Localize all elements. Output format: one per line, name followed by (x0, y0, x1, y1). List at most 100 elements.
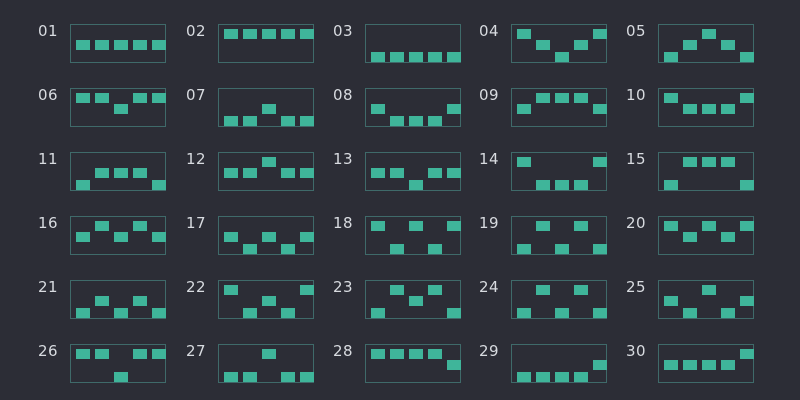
payline-symbol (702, 285, 716, 295)
payline-symbol (593, 244, 607, 254)
payline-pattern (218, 344, 314, 383)
payline-symbol (574, 285, 588, 295)
payline-09: 09 (479, 88, 625, 134)
payline-pattern (70, 24, 166, 63)
payline-symbol (152, 349, 166, 359)
payline-number: 21 (38, 278, 59, 296)
payline-symbol (593, 29, 607, 39)
payline-symbol (409, 180, 423, 190)
payline-pattern (70, 152, 166, 191)
payline-symbol (262, 29, 276, 39)
payline-symbol (555, 93, 569, 103)
payline-symbol (721, 308, 735, 318)
payline-symbol (428, 116, 442, 126)
payline-21: 21 (38, 280, 184, 326)
payline-symbol (428, 52, 442, 62)
payline-symbol (702, 157, 716, 167)
payline-10: 10 (626, 88, 772, 134)
payline-pattern (70, 88, 166, 127)
payline-number: 06 (38, 86, 59, 104)
payline-27: 27 (186, 344, 332, 390)
payline-symbol (152, 308, 166, 318)
payline-pattern (70, 216, 166, 255)
payline-pattern (511, 24, 607, 63)
payline-symbol (243, 116, 257, 126)
payline-symbol (390, 168, 404, 178)
payline-15: 15 (626, 152, 772, 198)
payline-symbol (224, 372, 238, 382)
payline-11: 11 (38, 152, 184, 198)
payline-18: 18 (333, 216, 479, 262)
payline-number: 24 (479, 278, 500, 296)
payline-pattern (365, 344, 461, 383)
payline-symbol (593, 104, 607, 114)
payline-symbol (114, 308, 128, 318)
payline-symbol (371, 308, 385, 318)
payline-28: 28 (333, 344, 479, 390)
payline-pattern (218, 152, 314, 191)
payline-number: 04 (479, 22, 500, 40)
payline-04: 04 (479, 24, 625, 70)
payline-symbol (224, 116, 238, 126)
payline-symbol (555, 308, 569, 318)
payline-23: 23 (333, 280, 479, 326)
payline-symbol (390, 285, 404, 295)
payline-01: 01 (38, 24, 184, 70)
payline-symbol (281, 29, 295, 39)
payline-symbol (721, 40, 735, 50)
payline-number: 17 (186, 214, 207, 232)
payline-symbol (76, 40, 90, 50)
payline-number: 27 (186, 342, 207, 360)
payline-symbol (702, 360, 716, 370)
payline-symbol (517, 29, 531, 39)
payline-symbol (262, 104, 276, 114)
payline-symbol (664, 180, 678, 190)
payline-symbol (300, 116, 314, 126)
payline-26: 26 (38, 344, 184, 390)
payline-number: 23 (333, 278, 354, 296)
payline-symbol (76, 180, 90, 190)
payline-symbol (428, 285, 442, 295)
payline-symbol (76, 349, 90, 359)
payline-symbol (428, 168, 442, 178)
payline-symbol (536, 93, 550, 103)
payline-symbol (224, 232, 238, 242)
payline-symbol (371, 221, 385, 231)
payline-number: 28 (333, 342, 354, 360)
payline-number: 19 (479, 214, 500, 232)
payline-pattern (70, 280, 166, 319)
payline-pattern (70, 344, 166, 383)
payline-number: 03 (333, 22, 354, 40)
payline-symbol (447, 360, 461, 370)
payline-symbol (740, 221, 754, 231)
payline-number: 15 (626, 150, 647, 168)
payline-symbol (114, 104, 128, 114)
payline-symbol (76, 93, 90, 103)
payline-pattern (658, 152, 754, 191)
payline-pattern (511, 344, 607, 383)
payline-symbol (536, 221, 550, 231)
payline-symbol (243, 308, 257, 318)
payline-symbol (664, 52, 678, 62)
payline-symbol (447, 308, 461, 318)
payline-number: 29 (479, 342, 500, 360)
payline-symbol (683, 308, 697, 318)
payline-symbol (409, 52, 423, 62)
payline-pattern (218, 88, 314, 127)
payline-17: 17 (186, 216, 332, 262)
payline-symbol (740, 52, 754, 62)
payline-symbol (428, 244, 442, 254)
payline-05: 05 (626, 24, 772, 70)
payline-13: 13 (333, 152, 479, 198)
payline-number: 30 (626, 342, 647, 360)
payline-number: 25 (626, 278, 647, 296)
payline-12: 12 (186, 152, 332, 198)
payline-symbol (281, 168, 295, 178)
payline-symbol (740, 349, 754, 359)
payline-symbol (371, 168, 385, 178)
payline-symbol (517, 157, 531, 167)
payline-symbol (300, 232, 314, 242)
payline-pattern (365, 24, 461, 63)
payline-number: 26 (38, 342, 59, 360)
payline-symbol (371, 104, 385, 114)
